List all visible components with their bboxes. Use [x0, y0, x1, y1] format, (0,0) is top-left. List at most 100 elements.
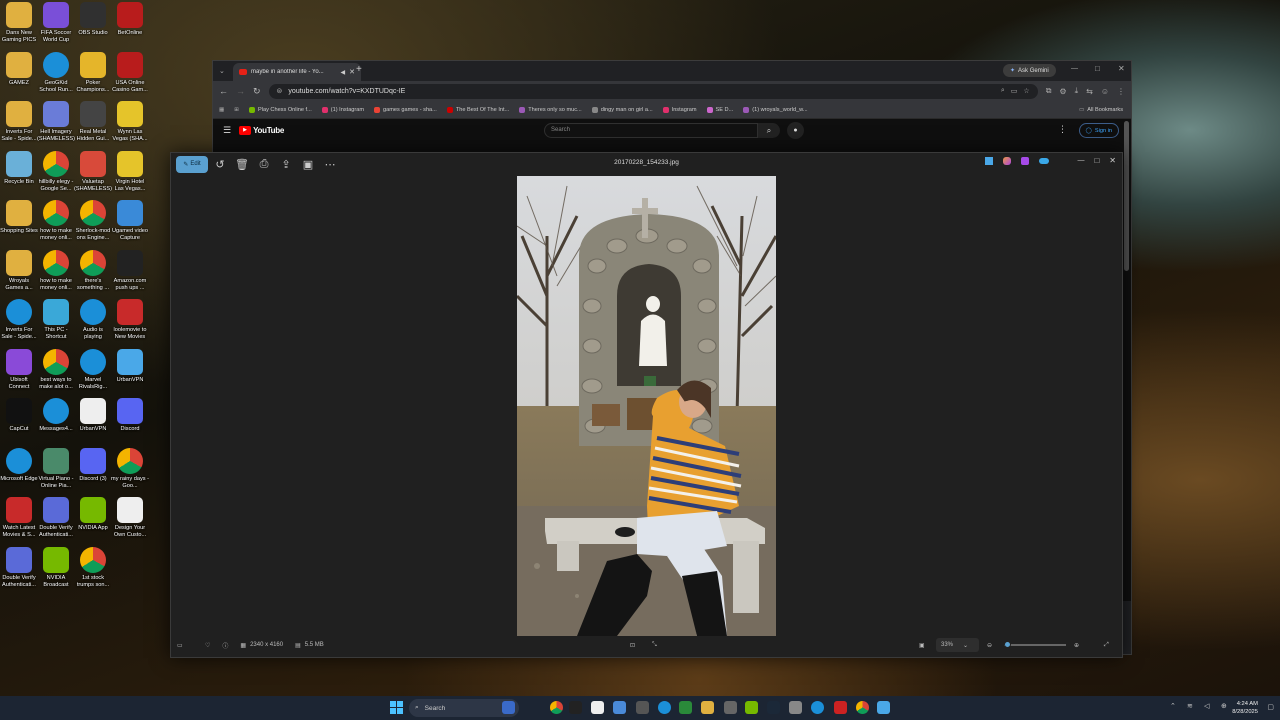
rotate-button[interactable]: ↺ — [210, 156, 230, 173]
zoom-search-icon[interactable]: ⌕ — [1001, 87, 1005, 95]
desktop-icon[interactable]: Real Metal Hidden Gui... — [74, 99, 112, 144]
desktop-icon[interactable]: Wroyals Games a... — [0, 248, 38, 293]
edge-icon[interactable] — [658, 701, 671, 714]
desktop-icon[interactable]: Discord — [111, 396, 149, 441]
zoom-in-icon[interactable]: ⊕ — [1074, 642, 1079, 649]
fit-to-window-icon[interactable]: ⊡ — [630, 642, 635, 649]
wifi-icon[interactable]: ≋ — [1187, 702, 1195, 712]
notifications-icon[interactable]: ▢ — [1267, 703, 1274, 711]
delete-button[interactable]: 🗑 — [232, 156, 252, 173]
desktop-icon[interactable]: GAMEZ — [0, 50, 38, 95]
info-icon[interactable]: ⓘ — [222, 641, 228, 650]
desktop-icon[interactable]: Poker Champions... — [74, 50, 112, 95]
desktop-icon[interactable]: my rainy days - Goo... — [111, 446, 149, 491]
gear-icon[interactable]: ⚙ — [1059, 87, 1066, 96]
obs-icon[interactable] — [636, 701, 649, 714]
bookmark-item[interactable]: SE D... — [706, 106, 733, 113]
youtube-more-icon[interactable]: ⋮ — [1058, 124, 1067, 135]
close-button[interactable]: ✕ — [1109, 156, 1116, 165]
bookmark-item[interactable]: The Best Of The Int... — [446, 106, 509, 113]
zoom-out-icon[interactable]: ⊖ — [987, 642, 992, 649]
maximize-button[interactable]: □ — [1095, 64, 1100, 73]
desktop-icon[interactable]: Wynn Las Vegas (SHA... — [111, 99, 149, 144]
extensions-icon[interactable]: ⧉ — [1046, 86, 1052, 96]
apps-icon[interactable]: ▦ — [219, 107, 224, 113]
bookmark-item[interactable]: dingy man on girl a... — [591, 106, 653, 113]
cast-icon[interactable]: ▭ — [1011, 87, 1018, 95]
clock[interactable]: 4:24 AM 8/28/2025 — [1232, 700, 1258, 716]
settings-icon[interactable] — [789, 701, 802, 714]
print-button[interactable]: ⎙ — [254, 156, 274, 173]
onedrive-icon[interactable] — [1039, 157, 1050, 164]
desktop-icon[interactable]: best ways to make alot o... — [37, 347, 75, 392]
zoom-slider[interactable] — [1004, 641, 1066, 648]
desktop-icon[interactable]: how to make money onli... — [37, 248, 75, 293]
desktop-icon[interactable]: Messages4... — [37, 396, 75, 441]
minimize-button[interactable]: — — [1071, 65, 1078, 72]
designer-icon[interactable] — [1021, 156, 1030, 165]
profile-icon[interactable]: ☺ — [1101, 87, 1109, 96]
tab-groups-icon[interactable]: ⇆ — [1086, 87, 1093, 96]
forward-icon[interactable]: → — [236, 86, 245, 96]
desktop-icon[interactable]: Shopping Sites — [0, 198, 38, 243]
info-button[interactable]: ▣ — [298, 156, 318, 173]
desktop-icon[interactable]: Double Verify Authenticati... — [0, 545, 38, 590]
desktop-icon[interactable]: Inverts For Sale - Spide... — [0, 297, 38, 342]
language-icon[interactable]: ⊕ — [1221, 702, 1229, 712]
chevron-up-icon[interactable]: ⌃ — [1170, 702, 1178, 712]
bookmark-star-icon[interactable]: ☆ — [1023, 87, 1029, 95]
desktop-icon[interactable]: Audio is playing — [74, 297, 112, 342]
photos-icon[interactable] — [877, 701, 890, 714]
nvidia-icon[interactable] — [745, 701, 758, 714]
zoom-slider-thumb[interactable] — [1004, 641, 1012, 648]
youtube-logo[interactable]: ▶ YouTube — [239, 125, 284, 135]
desktop-icon[interactable]: UrbanVPN — [111, 347, 149, 392]
desktop-icon[interactable]: Recycle Bin — [0, 149, 38, 194]
desktop-icon[interactable]: Ugamed video Capture — [111, 198, 149, 243]
desktop-icon[interactable]: OBS Studio — [74, 0, 112, 45]
desktop-icon[interactable]: GeoGKid School Run... — [37, 50, 75, 95]
share-button[interactable]: ⇪ — [276, 156, 296, 173]
edge-icon[interactable] — [811, 701, 824, 714]
fullscreen-toggle-icon[interactable]: ⤡ — [652, 642, 657, 649]
capcut-icon[interactable] — [569, 701, 582, 714]
volume-icon[interactable]: ◁ — [1204, 702, 1212, 712]
grid-icon[interactable]: ⊞ — [234, 107, 239, 113]
minimize-button[interactable]: — — [1077, 157, 1084, 164]
tab-youtube[interactable]: maybe in another life - Yo... ◀ ✕ — [233, 63, 361, 81]
back-icon[interactable]: ← — [219, 86, 228, 96]
opera-icon[interactable] — [834, 701, 847, 714]
mic-icon[interactable]: ● — [787, 122, 804, 139]
desktop-icon[interactable]: Watch Latest Movies & S... — [0, 495, 38, 540]
widgets-icon[interactable] — [502, 701, 515, 714]
address-bar[interactable]: ⊜ youtube.com/watch?v=KXDTUDqc-IE ⌕ ▭ ☆ — [268, 83, 1038, 99]
desktop-icon[interactable]: Valuetap (SHAMELESS) — [74, 149, 112, 194]
youtube-search-button[interactable]: ⌕ — [758, 123, 780, 138]
desktop-icon[interactable]: Amazon.com push ups ... — [111, 248, 149, 293]
desktop-icon[interactable]: Double Verify Authenticati... — [37, 495, 75, 540]
youtube-search-input[interactable]: Search — [544, 123, 758, 138]
tab-search-icon[interactable]: ⌄ — [219, 67, 225, 75]
calculator-icon[interactable] — [724, 701, 737, 714]
maximize-button[interactable]: □ — [1094, 156, 1099, 165]
tab-close-icon[interactable]: ✕ — [349, 68, 355, 76]
desktop-icon[interactable]: This PC - Shortcut — [37, 297, 75, 342]
start-button[interactable] — [390, 701, 403, 714]
favorite-heart-icon[interactable]: ♡ — [205, 642, 210, 649]
reload-icon[interactable]: ↻ — [253, 86, 261, 97]
copilot-icon[interactable] — [1003, 156, 1012, 165]
desktop-icon[interactable]: Hell Imagery (SHAMELESS) — [37, 99, 75, 144]
desktop-icon[interactable]: there's something ... — [74, 248, 112, 293]
folder-icon[interactable] — [701, 701, 714, 714]
hamburger-menu-icon[interactable]: ☰ — [223, 125, 231, 136]
desktop-icon[interactable]: UrbanVPN — [74, 396, 112, 441]
terminal-icon[interactable] — [679, 701, 692, 714]
desktop-icon[interactable]: Design Your Own Custo... — [111, 495, 149, 540]
desktop-icon[interactable]: loolemovie to New Movies — [111, 297, 149, 342]
sign-in-button[interactable]: ◯ Sign in — [1078, 123, 1119, 138]
desktop-icon[interactable]: BetOnline — [111, 0, 149, 45]
desktop-icon[interactable]: Ubisoft Connect — [0, 347, 38, 392]
filmstrip-icon[interactable]: ▭ — [177, 642, 187, 649]
bookmark-item[interactable]: Theres only so muc... — [519, 106, 582, 113]
desktop-icon[interactable]: Microsoft Edge — [0, 446, 38, 491]
